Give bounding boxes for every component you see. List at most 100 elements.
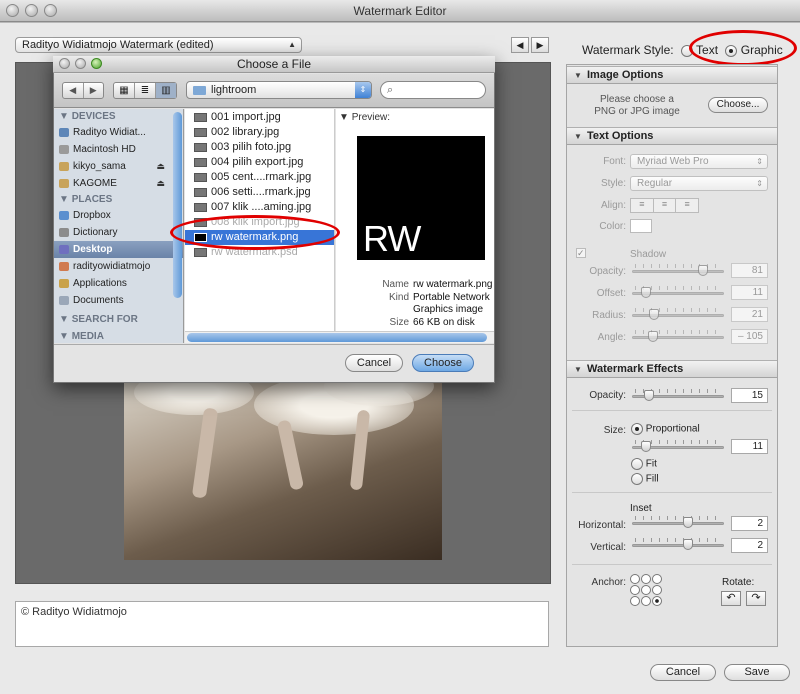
vertical-slider-knob[interactable] xyxy=(683,539,693,550)
shadow-slider-knob[interactable] xyxy=(649,309,659,320)
anchor-point[interactable] xyxy=(652,596,662,606)
vertical-slider[interactable] xyxy=(632,544,724,547)
sidebar-device-item[interactable]: kikyo_sama ⏏ xyxy=(54,158,183,175)
file-item[interactable]: 007 klik ....aming.jpg xyxy=(185,200,334,215)
window-title: Watermark Editor xyxy=(353,4,447,18)
anchor-point[interactable] xyxy=(630,585,640,595)
shadow-slider-field[interactable]: 81 xyxy=(731,263,768,278)
close-window-icon[interactable] xyxy=(6,4,19,17)
rotate-right-button[interactable]: ↷ xyxy=(746,591,766,606)
file-item[interactable]: 005 cent....rmark.jpg xyxy=(185,170,334,185)
sidebar-place-item[interactable]: Dictionary xyxy=(54,224,183,241)
list-view-icon[interactable]: ≣ xyxy=(135,83,156,98)
preview-size-value: 66 KB on disk xyxy=(413,317,475,328)
file-item[interactable]: 003 pilih foto.jpg xyxy=(185,140,334,155)
shadow-slider[interactable] xyxy=(632,336,724,339)
shadow-slider[interactable] xyxy=(632,270,724,273)
anchor-point[interactable] xyxy=(641,585,651,595)
dialog-close-icon[interactable] xyxy=(59,58,70,69)
align-left-icon[interactable]: ≡ xyxy=(631,199,654,212)
right-arrow-icon: ▶ xyxy=(536,40,544,50)
file-item[interactable]: 001 import.jpg xyxy=(185,110,334,125)
copyright-text-field[interactable]: © Radityo Widiatmojo xyxy=(15,601,549,647)
anchor-point[interactable] xyxy=(641,574,651,584)
shadow-checkbox[interactable]: ✓ xyxy=(576,248,586,258)
dialog-cancel-button[interactable]: Cancel xyxy=(345,354,403,372)
font-select[interactable]: Myriad Web Pro ⇕ xyxy=(630,154,768,169)
dialog-zoom-icon[interactable] xyxy=(91,58,102,69)
sidebar-device-item[interactable]: Macintosh HD xyxy=(54,141,183,158)
sidebar-device-item[interactable]: KAGOME ⏏ xyxy=(54,175,183,192)
forward-arrow-icon[interactable]: ▶ xyxy=(84,83,104,98)
cancel-button[interactable]: Cancel xyxy=(650,664,716,681)
shadow-slider-field[interactable]: 21 xyxy=(731,307,768,322)
opacity-slider-knob[interactable] xyxy=(644,390,654,401)
align-label: Align: xyxy=(600,200,626,211)
prev-preset-button[interactable]: ◀ xyxy=(511,37,529,53)
zoom-window-icon[interactable] xyxy=(44,4,57,17)
anchor-point[interactable] xyxy=(641,596,651,606)
align-center-icon[interactable]: ≡ xyxy=(654,199,677,212)
sidebar-item-label: Documents xyxy=(73,295,124,306)
minimize-window-icon[interactable] xyxy=(25,4,38,17)
size-proportional-radio[interactable] xyxy=(631,423,643,435)
horizontal-slider-knob[interactable] xyxy=(683,517,693,528)
dialog-minimize-icon[interactable] xyxy=(75,58,86,69)
sidebar-place-item[interactable]: Applications xyxy=(54,275,183,292)
search-input[interactable]: ⌕ xyxy=(380,81,486,99)
rotate-left-icon: ↶ xyxy=(726,592,736,604)
sidebar-place-item[interactable]: Dropbox xyxy=(54,207,183,224)
opacity-field[interactable]: 15 xyxy=(731,388,768,403)
shadow-slider-knob[interactable] xyxy=(698,265,708,276)
icon-view-icon[interactable]: ▦ xyxy=(114,83,135,98)
size-fill-radio[interactable] xyxy=(631,473,643,485)
file-item[interactable]: 002 library.jpg xyxy=(185,125,334,140)
view-mode-control: ▦ ≣ ▥ xyxy=(113,82,177,99)
shadow-slider-field[interactable]: – 105 xyxy=(731,329,768,344)
sidebar-place-item[interactable]: Desktop xyxy=(54,241,183,258)
text-options-header[interactable]: ▼ Text Options xyxy=(567,127,777,145)
anchor-label: Anchor: xyxy=(591,577,626,588)
preset-select[interactable]: Radityo Widiatmojo Watermark (edited) ▲ xyxy=(15,37,302,53)
back-arrow-icon[interactable]: ◀ xyxy=(63,83,84,98)
sidebar-device-item[interactable]: Radityo Widiat... xyxy=(54,124,183,141)
shadow-slider-field[interactable]: 11 xyxy=(731,285,768,300)
file-item[interactable]: 006 setti....rmark.jpg xyxy=(185,185,334,200)
file-item[interactable]: 004 pilih export.jpg xyxy=(185,155,334,170)
horizontal-scroll-thumb[interactable] xyxy=(187,333,487,342)
size-field[interactable]: 11 xyxy=(731,439,768,454)
shadow-slider-knob[interactable] xyxy=(648,331,658,342)
shadow-slider-knob[interactable] xyxy=(641,287,651,298)
sidebar-place-item[interactable]: radityowidiatmojo xyxy=(54,258,183,275)
anchor-point[interactable] xyxy=(630,596,640,606)
choose-image-button[interactable]: Choose... xyxy=(708,97,768,113)
sidebar-scrollbar[interactable] xyxy=(173,112,182,298)
vertical-field[interactable]: 2 xyxy=(731,538,768,553)
anchor-point[interactable] xyxy=(652,574,662,584)
style-select[interactable]: Regular ⇕ xyxy=(630,176,768,191)
anchor-point[interactable] xyxy=(652,585,662,595)
watermark-effects-header[interactable]: ▼ Watermark Effects xyxy=(567,360,777,378)
next-preset-button[interactable]: ▶ xyxy=(531,37,549,53)
dialog-choose-button[interactable]: Choose xyxy=(412,354,474,372)
eject-icon[interactable]: ⏏ xyxy=(156,175,165,192)
shadow-slider[interactable] xyxy=(632,314,724,317)
sidebar-place-item[interactable]: Documents xyxy=(54,292,183,309)
color-swatch[interactable] xyxy=(630,219,652,233)
image-options-header[interactable]: ▼ Image Options xyxy=(567,66,777,84)
align-right-icon[interactable]: ≡ xyxy=(676,199,698,212)
column-view-icon[interactable]: ▥ xyxy=(156,83,176,98)
rotate-left-button[interactable]: ↶ xyxy=(721,591,741,606)
size-slider-knob[interactable] xyxy=(641,441,651,452)
location-select[interactable]: lightroom ⇕ xyxy=(186,81,372,99)
save-button[interactable]: Save xyxy=(724,664,790,681)
size-fit-radio[interactable] xyxy=(631,458,643,470)
image-file-icon xyxy=(194,158,207,167)
column-horizontal-scrollbar[interactable] xyxy=(185,331,494,343)
eject-icon[interactable]: ⏏ xyxy=(156,158,165,175)
anchor-point[interactable] xyxy=(630,574,640,584)
horizontal-field[interactable]: 2 xyxy=(731,516,768,531)
watermark-style-label: Watermark Style: xyxy=(582,43,674,57)
folder-icon xyxy=(59,245,69,254)
horizontal-slider[interactable] xyxy=(632,522,724,525)
